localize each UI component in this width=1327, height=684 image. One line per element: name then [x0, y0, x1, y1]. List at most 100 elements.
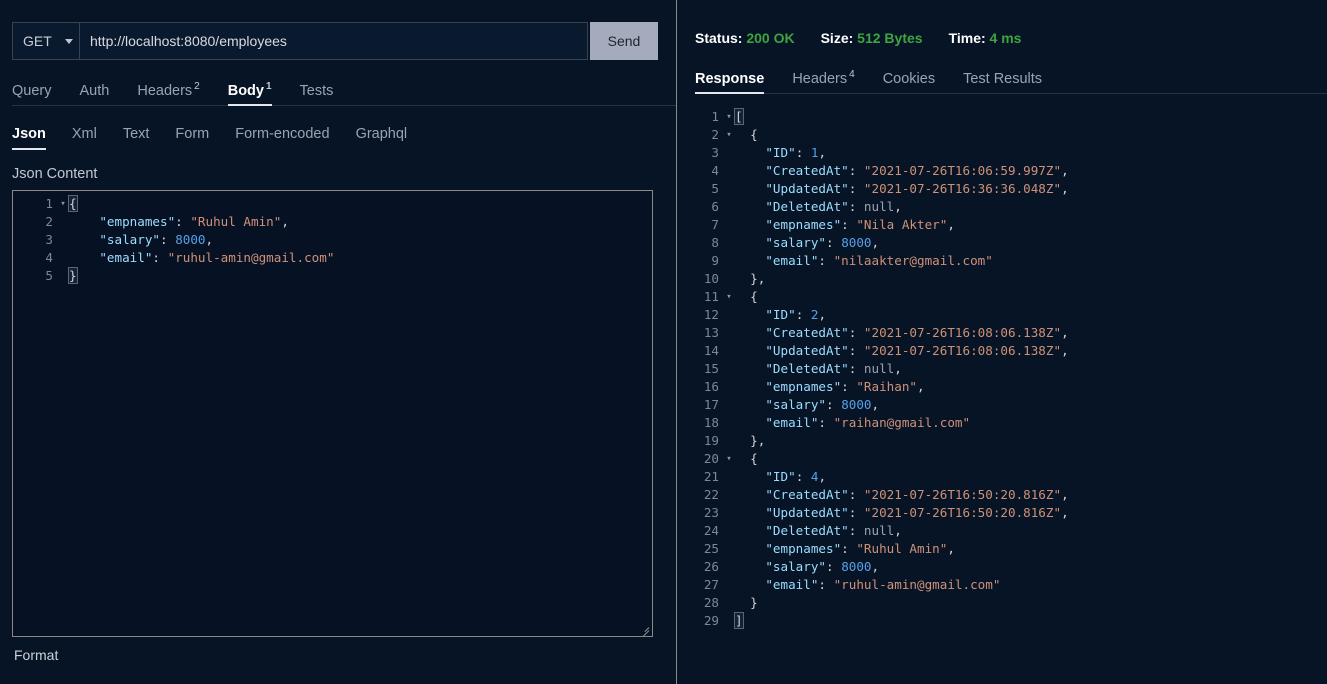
code-text: ] [734, 612, 1327, 630]
tab-auth[interactable]: Auth [80, 83, 110, 106]
token-p: : [848, 523, 864, 538]
token-p: : [826, 559, 842, 574]
code-line: 2 "empnames": "Ruhul Amin", [13, 213, 652, 231]
token-p: }, [735, 433, 766, 448]
token-p: : [795, 469, 811, 484]
code-text: "email": "ruhul-amin@gmail.com" [69, 249, 652, 267]
body-tab-text[interactable]: Text [123, 126, 150, 149]
http-method-select[interactable]: GET [12, 22, 79, 60]
token-p: , [818, 307, 827, 322]
code-line: 3 "salary": 8000, [13, 231, 652, 249]
body-tab-graphql[interactable]: Graphql [356, 126, 408, 149]
line-number: 5 [711, 181, 719, 196]
code-line: 10 }, [683, 270, 1327, 288]
line-number: 27 [703, 577, 719, 592]
token-p: : [848, 343, 864, 358]
line-number: 6 [711, 199, 719, 214]
response-status-row: Status: 200 OK Size: 512 Bytes Time: 4 m… [695, 28, 1327, 48]
response-tab-headers[interactable]: Headers 4 [792, 69, 854, 93]
code-text: { [735, 126, 1327, 144]
token-k: "DeletedAt" [765, 361, 849, 376]
token-p: , [1061, 163, 1069, 178]
fold-arrow-icon[interactable]: ▾ [723, 450, 735, 468]
token-p: { [735, 127, 758, 142]
editor-resize-handle[interactable] [637, 621, 651, 636]
line-number: 8 [711, 235, 719, 250]
token-k: "salary" [765, 397, 827, 412]
body-tab-xml[interactable]: Xml [72, 126, 97, 149]
line-number: 2 [45, 214, 53, 229]
token-k: "UpdatedAt" [765, 181, 849, 196]
token-s: "Ruhul Amin" [856, 541, 948, 556]
token-k: "ID" [765, 469, 796, 484]
code-text: "empnames": "Ruhul Amin", [735, 540, 1327, 558]
token-p: , [818, 145, 827, 160]
tab-label: Form [175, 125, 210, 142]
response-tab-test-results[interactable]: Test Results [963, 70, 1043, 94]
format-button[interactable]: Format [14, 647, 58, 663]
token-k: "CreatedAt" [765, 487, 849, 502]
url-input[interactable] [79, 22, 588, 60]
token-p: , [871, 397, 880, 412]
token-p [735, 163, 765, 178]
token-p [735, 505, 765, 520]
request-tabs: Query Auth Headers 2 Body 1 Tests [12, 76, 676, 107]
code-line: 15 "DeletedAt": null, [683, 360, 1327, 378]
code-text: "salary": 8000, [735, 396, 1327, 414]
token-p: } [735, 595, 758, 610]
code-line: 8 "salary": 8000, [683, 234, 1327, 252]
fold-arrow-icon[interactable]: ▾ [723, 288, 735, 306]
body-tab-json[interactable]: Json [12, 126, 46, 150]
tab-query[interactable]: Query [12, 83, 52, 106]
tab-label: Body [227, 82, 264, 99]
token-p [735, 325, 765, 340]
body-tab-form[interactable]: Form [175, 125, 210, 149]
tab-tests[interactable]: Tests [300, 83, 334, 106]
token-p: : [175, 214, 191, 229]
fold-arrow-icon[interactable]: ▾ [57, 195, 69, 213]
line-number: 18 [703, 415, 719, 430]
token-p: , [947, 541, 955, 556]
request-code-lines[interactable]: 1 ▾{2 "empnames": "Ruhul Amin", 3 "salary"… [13, 191, 652, 285]
fold-arrow-icon[interactable]: ▾ [723, 108, 735, 126]
token-s: "Raihan" [856, 379, 918, 394]
code-line: 25 "empnames": "Ruhul Amin", [683, 540, 1327, 558]
token-k: "CreatedAt" [765, 325, 849, 340]
token-p [735, 307, 765, 322]
code-line: 13 "CreatedAt": "2021-07-26T16:08:06.138… [683, 324, 1327, 342]
tab-label: Cookies [882, 70, 936, 87]
tab-label: Test Results [963, 70, 1043, 87]
token-k: "DeletedAt" [765, 199, 849, 214]
send-button[interactable]: Send [590, 22, 658, 60]
tab-headers[interactable]: Headers 2 [137, 81, 199, 105]
token-p: : [818, 415, 834, 430]
token-p: : [848, 361, 864, 376]
line-number: 20 [703, 451, 719, 466]
response-tab-cookies[interactable]: Cookies [882, 70, 936, 94]
code-text: { [735, 288, 1327, 306]
request-body-editor[interactable]: 1 ▾{2 "empnames": "Ruhul Amin", 3 "salary"… [12, 190, 653, 637]
token-p: : [160, 232, 176, 247]
token-s: "raihan@gmail.com" [833, 415, 971, 430]
fold-arrow-icon[interactable]: ▾ [723, 126, 735, 144]
json-content-label: Json Content [12, 166, 98, 182]
token-p [69, 250, 99, 265]
response-body-viewer[interactable]: 1 ▾[2 ▾ {3 "ID": 1, 4 "CreatedAt": "2021-07… [677, 104, 1327, 674]
line-number: 5 [45, 268, 53, 283]
response-tab-response[interactable]: Response [695, 71, 765, 94]
tab-label: Form-encoded [235, 125, 330, 142]
code-line: 5} [13, 267, 652, 285]
time-badge: Time: 4 ms [949, 30, 1022, 46]
body-tab-form-encoded[interactable]: Form-encoded [235, 125, 330, 149]
token-k: "email" [765, 253, 819, 268]
code-text: "salary": 8000, [69, 231, 652, 249]
tab-body[interactable]: Body 1 [227, 81, 272, 107]
